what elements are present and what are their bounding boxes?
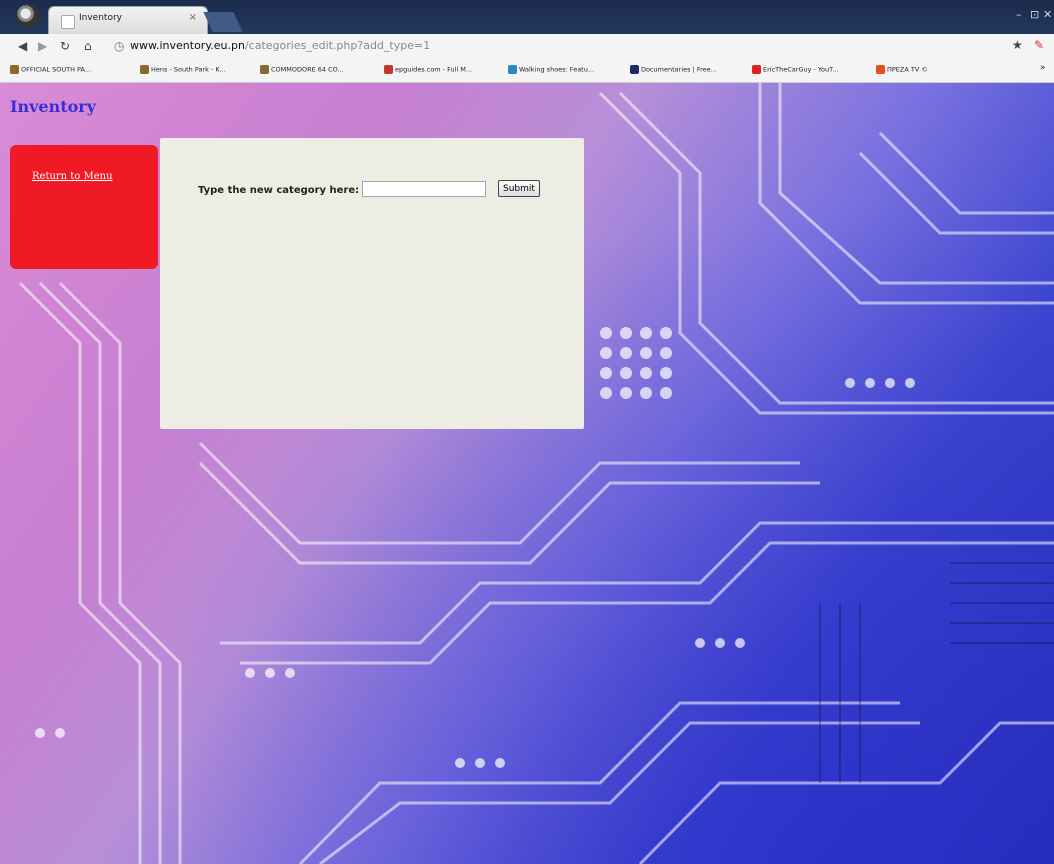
form-panel: Type the new category here: Submit [160, 138, 584, 429]
tab-close-icon[interactable]: × [189, 12, 197, 23]
navigation-toolbar: ◀ ▶ ↻ ⌂ ◷ www.inventory.eu.pn/categories… [0, 34, 1054, 61]
page-title: Inventory [10, 97, 97, 116]
bookmark-favicon-icon [752, 65, 761, 74]
submit-button[interactable]: Submit [498, 180, 540, 197]
category-label: Type the new category here: [198, 185, 360, 196]
bookmark-item[interactable]: OFFICIAL SOUTH PA... [10, 65, 91, 74]
tab-inventory[interactable]: Inventory × [48, 6, 208, 34]
bookmark-item[interactable]: epguides.com - Full M... [384, 65, 472, 74]
close-window-icon[interactable]: ✕ [1043, 8, 1052, 21]
page-favicon-icon [61, 15, 75, 29]
bookmark-item[interactable]: Walking shoes: Featu... [508, 65, 594, 74]
extension-icon[interactable]: ✎ [1034, 38, 1044, 52]
bookmark-favicon-icon [630, 65, 639, 74]
bookmark-item[interactable]: Documentaries | Free... [630, 65, 717, 74]
bookmark-favicon-icon [10, 65, 19, 74]
bookmark-label: OFFICIAL SOUTH PA... [21, 65, 92, 74]
bookmark-favicon-icon [876, 65, 885, 74]
address-bar[interactable]: www.inventory.eu.pn/categories_edit.php?… [130, 39, 430, 52]
bookmark-label: ΠΡΕΖΑ TV © [887, 65, 928, 74]
bookmark-item[interactable]: Hens - South Park - K... [140, 65, 226, 74]
bookmark-label: Hens - South Park - K... [151, 65, 226, 74]
forward-icon[interactable]: ▶ [38, 39, 47, 53]
home-icon[interactable]: ⌂ [84, 39, 92, 53]
bookmark-item[interactable]: COMMODORE 64 CO... [260, 65, 344, 74]
bookmark-favicon-icon [384, 65, 393, 74]
bookmark-label: Walking shoes: Featu... [519, 65, 595, 74]
return-to-menu-link[interactable]: Return to Menu [32, 171, 113, 182]
menu-panel: Return to Menu [10, 145, 158, 269]
bookmark-label: epguides.com - Full M... [395, 65, 473, 74]
reload-icon[interactable]: ↻ [60, 39, 70, 53]
new-tab-button[interactable] [203, 12, 243, 32]
maximize-icon[interactable]: ⊡ [1030, 8, 1039, 21]
bookmark-item[interactable]: ΠΡΕΖΑ TV © [876, 65, 928, 74]
back-icon[interactable]: ◀ [18, 39, 27, 53]
page-viewport: Inventory Return to Menu Type the new ca… [0, 83, 1054, 864]
bookmark-favicon-icon [508, 65, 517, 74]
bookmark-favicon-icon [260, 65, 269, 74]
star-icon[interactable]: ★ [1012, 38, 1023, 52]
bookmark-label: COMMODORE 64 CO... [271, 65, 344, 74]
globe-icon: ◷ [114, 39, 125, 53]
url-host: www.inventory.eu.pn [130, 39, 245, 52]
url-path: /categories_edit.php?add_type=1 [244, 39, 431, 52]
minimize-icon[interactable]: – [1016, 8, 1022, 21]
browser-titlebar: Inventory × – ⊡ ✕ [0, 0, 1054, 34]
browser-logo-icon [16, 4, 40, 28]
bookmarks-overflow-icon[interactable]: » [1040, 63, 1046, 73]
bookmark-label: Documentaries | Free... [641, 65, 717, 74]
bookmark-label: EricTheCarGuy - YouT... [763, 65, 839, 74]
category-input[interactable] [362, 181, 486, 197]
tab-title: Inventory [79, 13, 122, 23]
bookmark-favicon-icon [140, 65, 149, 74]
bookmarks-bar: OFFICIAL SOUTH PA... Hens - South Park -… [0, 60, 1054, 83]
bookmark-item[interactable]: EricTheCarGuy - YouT... [752, 65, 839, 74]
